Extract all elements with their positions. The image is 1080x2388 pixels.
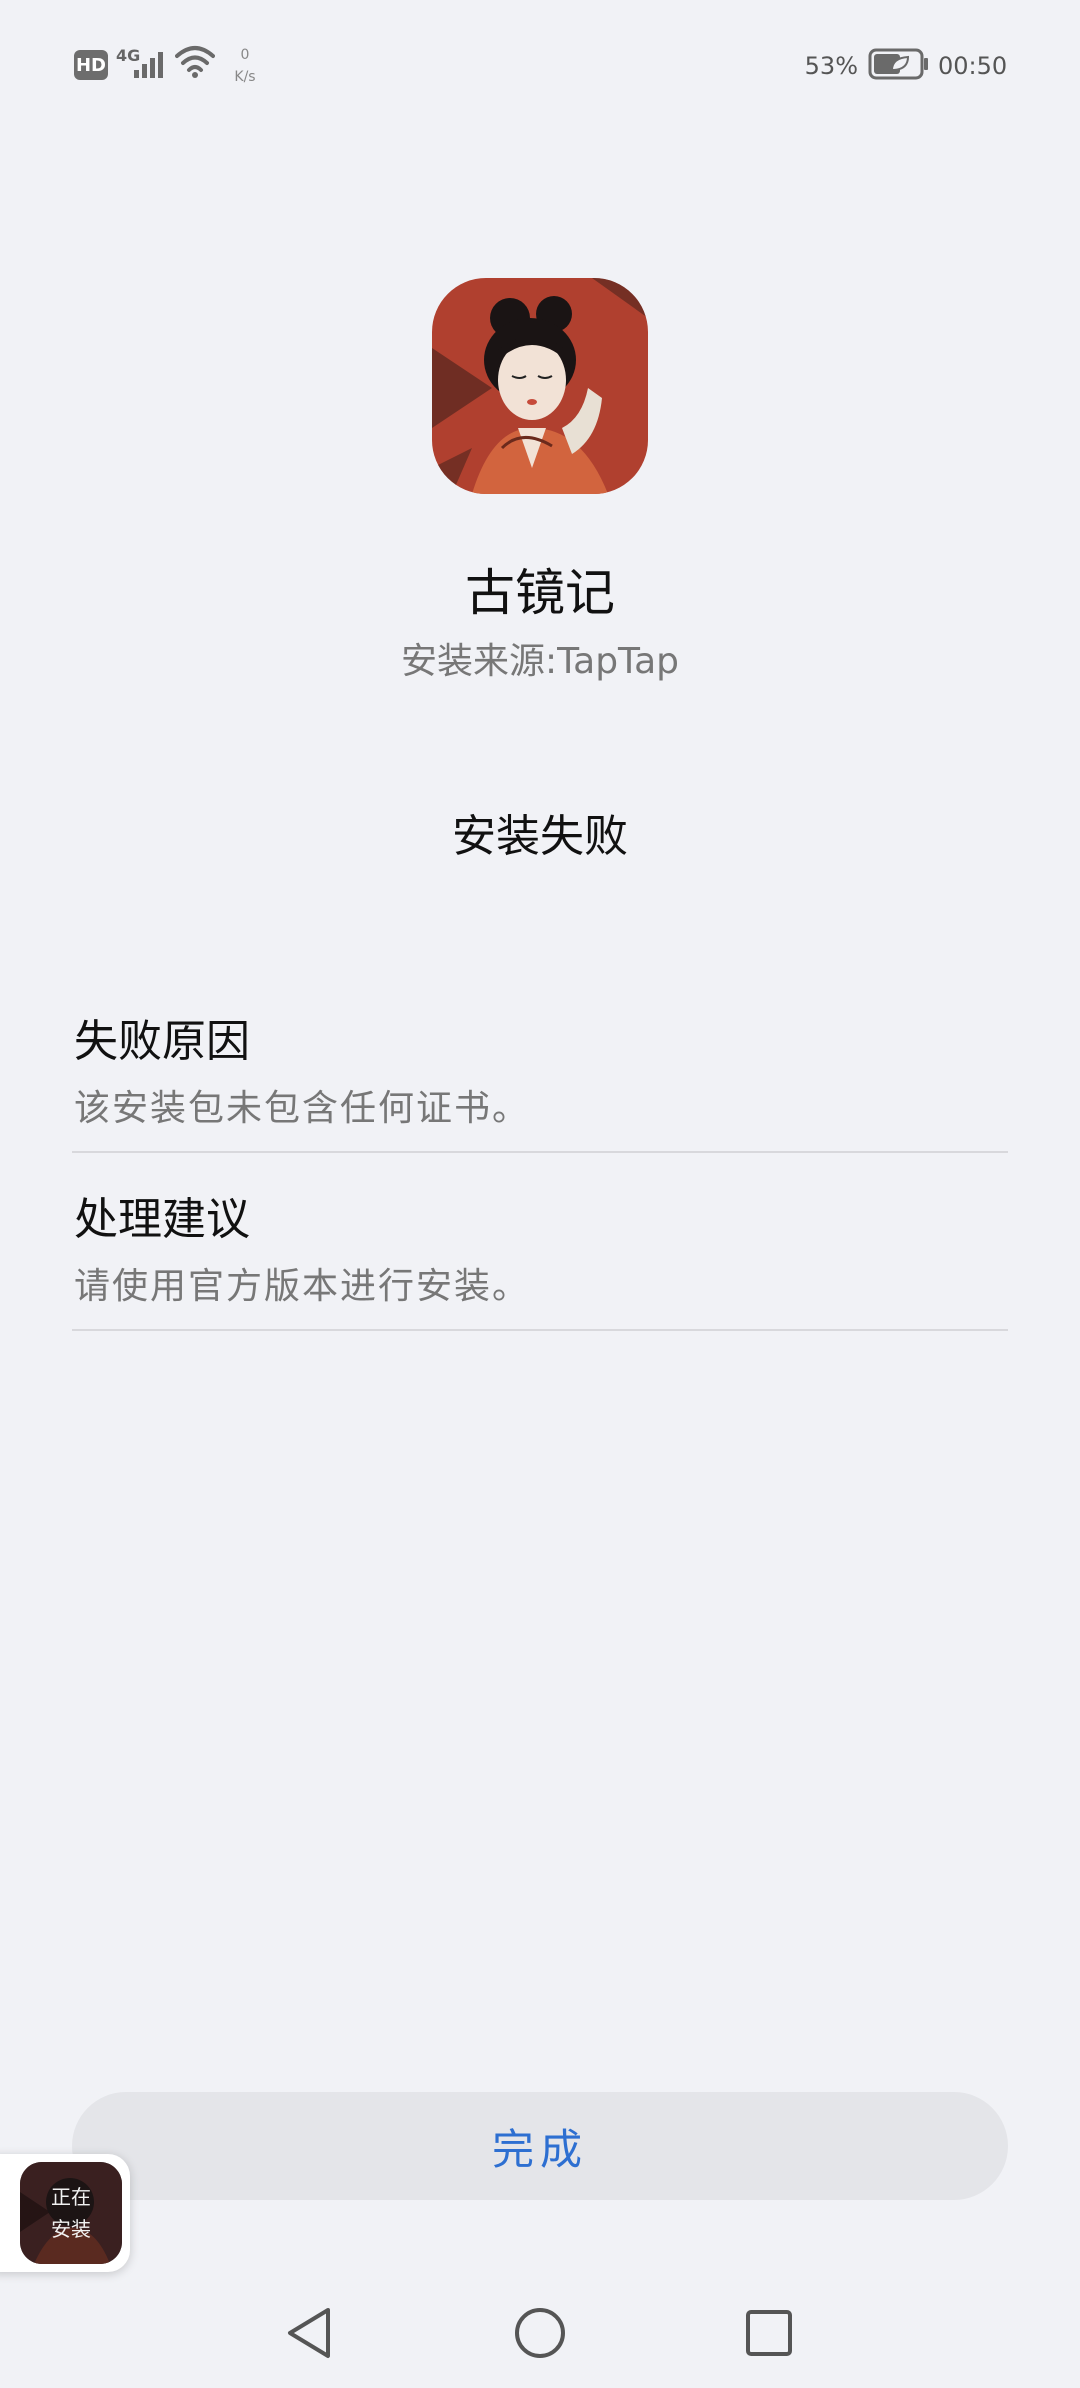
navigation-bar xyxy=(0,2280,1080,2388)
app-name: 古镜记 xyxy=(465,564,615,622)
suggestion-text: 请使用官方版本进行安装。 xyxy=(74,1266,531,1307)
install-status-title: 安装失败 xyxy=(452,811,628,862)
back-icon xyxy=(288,2308,330,2358)
failure-reason-text: 该安装包未包含任何证书。 xyxy=(74,1088,531,1129)
hd-badge: HD xyxy=(74,50,108,80)
signal-icon xyxy=(134,52,163,78)
app-icon xyxy=(432,278,648,494)
app-artwork xyxy=(432,278,648,494)
clock: 00:50 xyxy=(938,52,1008,80)
recent-apps-icon xyxy=(746,2310,792,2356)
network-speed-unit: K/s xyxy=(234,69,256,85)
installing-label: 正在 安装 xyxy=(51,2185,91,2241)
failure-reason-section: 失败原因 该安装包未包含任何证书。 xyxy=(72,1005,1008,1153)
home-button[interactable] xyxy=(505,2298,575,2368)
network-speed-value: 0 xyxy=(240,47,250,63)
network-speed: 0 K/s xyxy=(230,44,260,88)
install-source: 安装来源:TapTap xyxy=(400,641,680,682)
wifi-icon xyxy=(175,46,215,78)
status-bar: HD 4G 0 K/s 53% 00:50 xyxy=(0,0,1080,130)
home-icon xyxy=(515,2308,565,2358)
suggestion-title: 处理建议 xyxy=(74,1194,250,1245)
installing-app-thumbnail: 正在 安装 xyxy=(20,2162,122,2264)
back-button[interactable] xyxy=(274,2298,344,2368)
suggestion-section: 处理建议 请使用官方版本进行安装。 xyxy=(72,1183,1008,1331)
battery-percent: 53% xyxy=(804,52,858,80)
battery-icon xyxy=(868,48,928,80)
done-button[interactable]: 完成 xyxy=(72,2092,1008,2200)
installing-float-badge[interactable]: 正在 安装 xyxy=(0,2154,130,2272)
recent-apps-button[interactable] xyxy=(734,2298,804,2368)
failure-reason-title: 失败原因 xyxy=(74,1016,250,1067)
